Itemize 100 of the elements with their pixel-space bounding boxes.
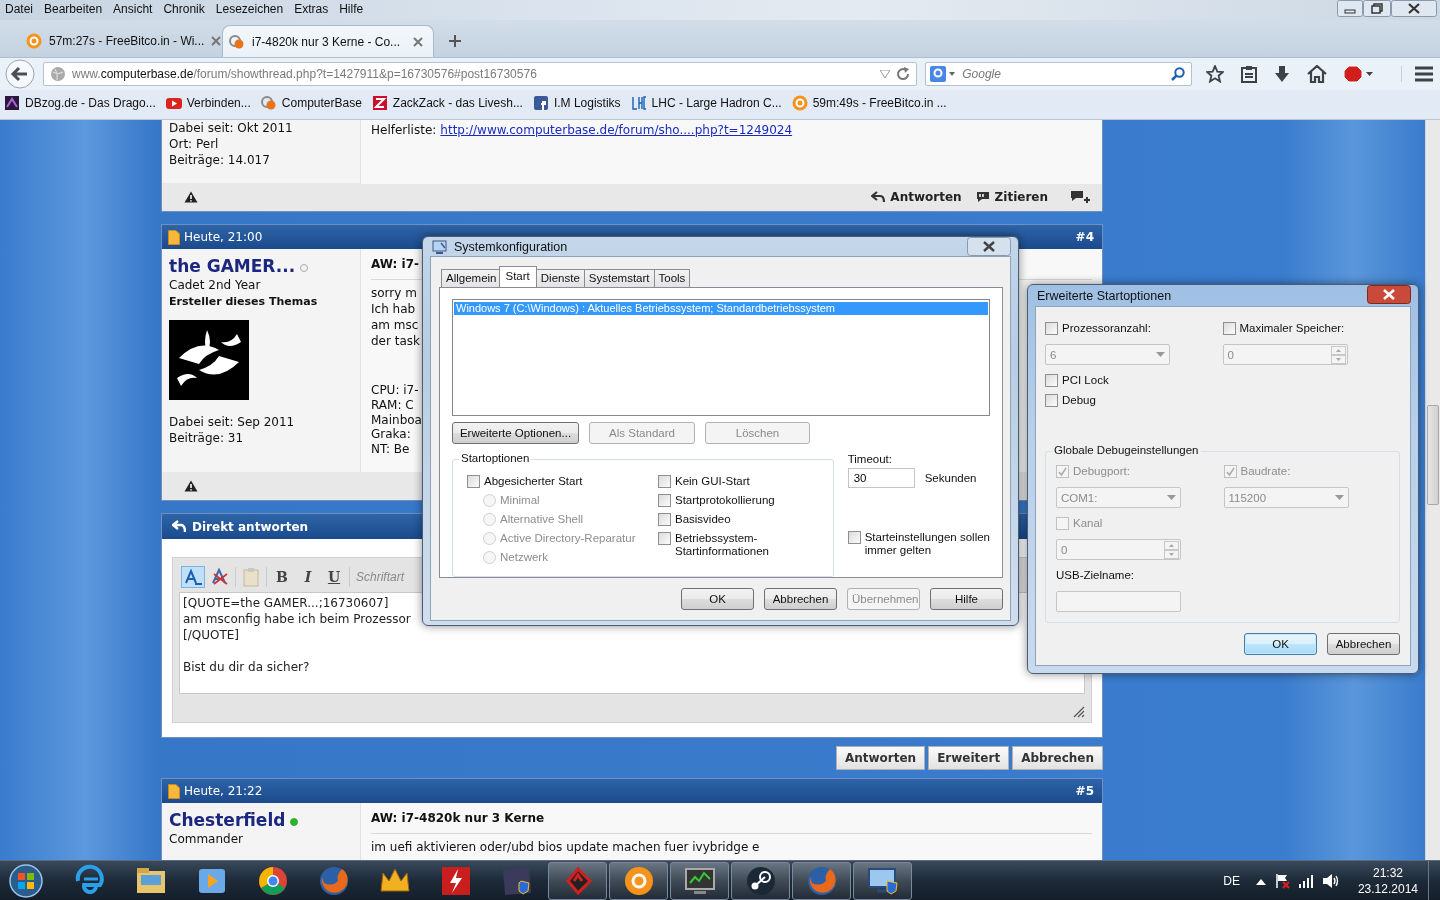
download-icon[interactable] xyxy=(1274,65,1290,83)
post-action-button[interactable]: Zitieren xyxy=(975,190,1048,204)
checkbox[interactable] xyxy=(658,513,671,526)
post-number-link[interactable]: #4 xyxy=(1075,230,1094,244)
search-bar[interactable]: Google xyxy=(925,62,1192,86)
checkbox[interactable] xyxy=(847,531,861,544)
menu-item[interactable]: Ansicht xyxy=(113,2,153,17)
form-button[interactable]: Erweitert xyxy=(928,746,1010,770)
bookmark-link[interactable]: 59m:49s - FreeBitco.in ... xyxy=(812,96,947,110)
close-icon[interactable] xyxy=(211,36,222,46)
taskbar-button[interactable] xyxy=(670,861,729,900)
checkbox-label[interactable]: PCI Lock xyxy=(1062,373,1109,387)
close-button[interactable] xyxy=(1367,285,1411,304)
clock-date[interactable]: 23.12.2014 xyxy=(1357,880,1418,897)
bookmark-link[interactable]: Verbinden... xyxy=(186,96,251,110)
resize-grip-icon xyxy=(1073,706,1085,718)
browser-tab[interactable]: i7-4820k nur 3 Kerne - Co... xyxy=(222,25,434,57)
bookmark-link[interactable]: I.M Logistiks xyxy=(553,96,621,110)
flag-icon[interactable] xyxy=(1273,872,1290,889)
dialog-button[interactable]: OK xyxy=(681,588,754,610)
checkbox[interactable] xyxy=(658,475,671,488)
taskbar-button[interactable] xyxy=(609,861,668,900)
checkbox-label[interactable]: Prozessoranzahl: xyxy=(1062,321,1151,335)
scrollbar-thumb[interactable] xyxy=(1427,405,1439,505)
warning-icon[interactable] xyxy=(184,191,198,203)
post-action-button[interactable]: Antworten xyxy=(871,190,962,204)
username-link[interactable]: the GAMER... xyxy=(169,255,296,277)
bookmark-link[interactable]: LHC - Large Hadron C... xyxy=(651,96,782,110)
username-link[interactable]: Chesterfield xyxy=(169,809,286,831)
spin-arrows-icon xyxy=(1330,345,1346,364)
post-number-link[interactable]: #5 xyxy=(1075,784,1094,798)
dialog-button[interactable]: OK xyxy=(1244,633,1317,655)
checkbox-label[interactable]: Debug xyxy=(1062,393,1096,407)
stop-sign-icon[interactable] xyxy=(1344,65,1374,83)
reply-arrow-icon xyxy=(871,191,886,203)
menu-item[interactable]: Hilfe xyxy=(339,2,364,17)
signal-icon[interactable] xyxy=(1297,873,1314,888)
checkbox-label[interactable]: Maximaler Speicher: xyxy=(1239,321,1345,335)
menu-icon[interactable] xyxy=(1414,66,1434,82)
form-button[interactable]: Abbrechen xyxy=(1012,746,1103,770)
link[interactable]: http://www.computerbase.de/forum/sho....php?t=1249024 xyxy=(440,123,793,137)
checkbox[interactable] xyxy=(1045,394,1058,407)
font-field[interactable]: Schriftart xyxy=(354,566,416,588)
search-field[interactable]: Google xyxy=(960,66,1167,82)
warning-icon[interactable] xyxy=(184,480,198,492)
language-indicator[interactable]: DE xyxy=(1223,873,1240,888)
scrollbar[interactable] xyxy=(1425,120,1440,860)
search-engine-icon[interactable] xyxy=(930,65,957,83)
restore-button[interactable] xyxy=(1363,0,1391,17)
checkbox[interactable] xyxy=(1222,322,1236,335)
reading-list-icon[interactable] xyxy=(1241,65,1257,83)
browser-tab[interactable]: 57m:27s - FreeBitco.in - Wi... xyxy=(20,25,222,57)
home-icon[interactable] xyxy=(1307,65,1327,83)
taskbar-button[interactable] xyxy=(853,861,912,900)
dialog-tab[interactable]: Dienste xyxy=(535,269,585,287)
format-button[interactable]: I xyxy=(297,566,319,588)
checkbox[interactable] xyxy=(1045,322,1058,335)
dialog-button[interactable]: Abbrechen xyxy=(764,588,837,610)
speaker-icon[interactable] xyxy=(1321,872,1340,889)
bookmark-link[interactable]: ZackZack - das Livesh... xyxy=(392,96,523,110)
checkbox[interactable] xyxy=(658,494,671,507)
dialog-tab[interactable]: Systemstart xyxy=(583,269,655,287)
dialog-tab[interactable]: Start xyxy=(498,266,537,287)
dialog-tab[interactable]: Tools xyxy=(653,269,691,287)
menu-item[interactable]: Bearbeiten xyxy=(44,2,103,17)
checkbox-label[interactable]: Abgesicherter Start xyxy=(484,474,583,488)
close-button[interactable] xyxy=(1391,0,1437,17)
checkbox-label[interactable]: Kein GUI-Start xyxy=(675,474,750,488)
form-button[interactable]: Antworten xyxy=(835,746,926,770)
menu-item[interactable]: Chronik xyxy=(163,2,205,17)
reload-icon[interactable] xyxy=(896,67,911,81)
dialog-button[interactable]: Hilfe xyxy=(930,588,1003,610)
checkbox[interactable] xyxy=(467,475,480,488)
dialog-tab[interactable]: Allgemein xyxy=(441,269,502,287)
menu-item[interactable]: Datei xyxy=(5,2,33,17)
format-button[interactable]: B xyxy=(271,566,293,588)
checkbox-label[interactable]: Startprotokollierung xyxy=(675,493,775,507)
new-tab-button[interactable] xyxy=(448,34,462,48)
bookmark-link[interactable]: ComputerBase xyxy=(281,96,362,110)
checkbox[interactable] xyxy=(1045,374,1058,387)
clock-time[interactable]: 21:32 xyxy=(1372,864,1403,881)
menu-item[interactable]: Extras xyxy=(294,2,329,17)
timeout-field[interactable]: 30 xyxy=(847,468,915,488)
close-button[interactable] xyxy=(967,237,1011,256)
format-mode-icon[interactable] xyxy=(181,566,205,588)
bookmark-link[interactable]: DBzog.de - Das Drago... xyxy=(25,96,156,110)
taskbar-button[interactable] xyxy=(731,861,790,900)
dialog-button[interactable]: Erweiterte Optionen... xyxy=(452,422,579,444)
address-field[interactable]: www.computerbase.de/forum/showthread.php?t=1427911&p=16730576#post16730576 xyxy=(43,62,918,86)
menu-item[interactable]: Lesezeichen xyxy=(215,2,284,17)
back-button[interactable] xyxy=(5,59,35,89)
close-icon[interactable] xyxy=(413,36,423,47)
site-icon xyxy=(532,95,549,111)
format-button[interactable]: U xyxy=(323,566,345,588)
search-icon[interactable] xyxy=(1171,67,1185,81)
star-icon[interactable] xyxy=(1206,65,1224,83)
checkbox-label[interactable]: Basisvideo xyxy=(675,512,731,526)
multiquote-icon[interactable] xyxy=(1070,190,1090,204)
checkbox[interactable] xyxy=(658,532,671,545)
dialog-button[interactable]: Abbrechen xyxy=(1327,633,1400,655)
